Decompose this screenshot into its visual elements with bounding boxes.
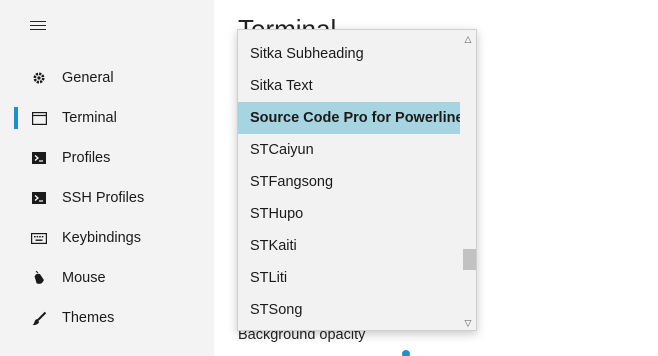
font-option[interactable]: STHupo — [238, 198, 461, 230]
font-option-selected[interactable]: Source Code Pro for Powerline — [238, 102, 461, 134]
sidebar-item-terminal[interactable]: Terminal — [0, 98, 214, 138]
font-option[interactable]: STKaiti — [238, 230, 461, 262]
sidebar-item-label: Profiles — [62, 150, 111, 166]
mouse-icon — [31, 270, 47, 286]
keyboard-icon — [31, 230, 47, 246]
gear-icon — [31, 70, 47, 86]
sidebar-item-label: Keybindings — [62, 230, 141, 246]
scrollbar-thumb[interactable] — [463, 249, 476, 270]
sidebar-item-ssh-profiles[interactable]: SSH Profiles — [0, 178, 214, 218]
font-face-dropdown[interactable]: Sitka Subheading Sitka Text Source Code … — [237, 29, 477, 331]
brush-icon — [31, 310, 47, 326]
font-option[interactable]: Sitka Text — [238, 70, 461, 102]
scroll-down-arrow-icon[interactable]: ▽ — [460, 316, 476, 330]
sidebar-item-themes[interactable]: Themes — [0, 298, 214, 338]
dropdown-scrollbar[interactable]: △ ▽ — [460, 30, 476, 330]
sidebar-item-label: SSH Profiles — [62, 190, 145, 206]
font-option[interactable]: Sitka Subheading — [238, 38, 461, 70]
active-indicator — [14, 107, 18, 129]
sidebar-item-mouse[interactable]: Mouse — [0, 258, 214, 298]
sidebar-item-label: Terminal — [62, 110, 117, 126]
font-option[interactable]: STLiti — [238, 262, 461, 294]
scroll-up-arrow-icon[interactable]: △ — [460, 32, 476, 46]
sidebar-item-label: Themes — [62, 310, 115, 326]
sidebar-item-general[interactable]: General — [0, 58, 214, 98]
window-icon — [31, 110, 47, 126]
sidebar-item-label: General — [62, 70, 114, 86]
sidebar-item-keybindings[interactable]: Keybindings — [0, 218, 214, 258]
sidebar: General Terminal Profiles SSH Profiles K… — [0, 0, 214, 356]
hamburger-menu-icon[interactable] — [30, 19, 47, 32]
terminal-prompt-icon — [31, 190, 47, 206]
sidebar-item-profiles[interactable]: Profiles — [0, 138, 214, 178]
background-opacity-slider-thumb[interactable] — [402, 350, 410, 356]
terminal-prompt-icon — [31, 150, 47, 166]
font-options-list: Sitka Subheading Sitka Text Source Code … — [238, 30, 461, 330]
font-option[interactable]: STSong — [238, 294, 461, 326]
sidebar-item-label: Mouse — [62, 270, 106, 286]
font-option[interactable]: STFangsong — [238, 166, 461, 198]
font-option[interactable]: STCaiyun — [238, 134, 461, 166]
